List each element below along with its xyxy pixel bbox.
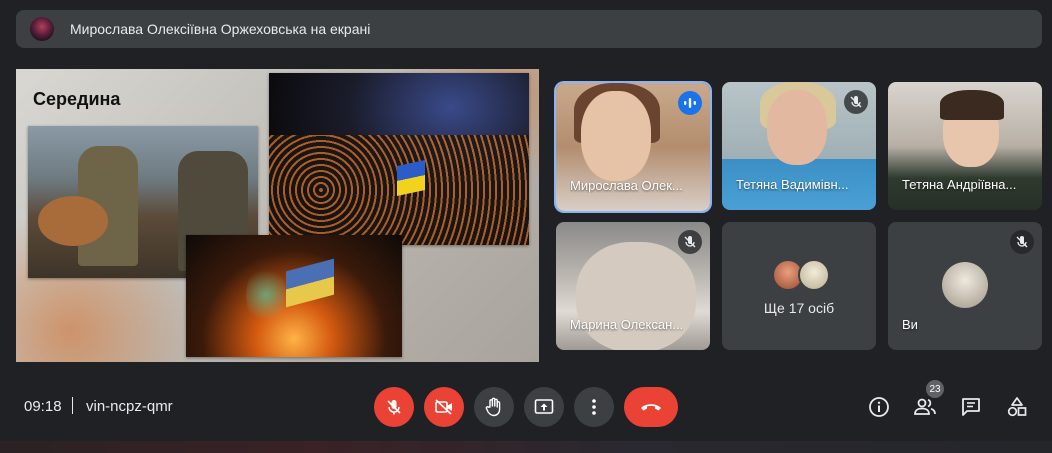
video-shape: [940, 90, 1004, 120]
avatar: [942, 262, 988, 308]
meeting-time: 09:18: [24, 398, 62, 415]
slide-photo-crowd: [269, 73, 529, 245]
slide-photo-fire: [186, 235, 402, 357]
raise-hand-button[interactable]: [474, 387, 514, 427]
chat-icon: [962, 398, 980, 416]
phone-hangup-icon: [641, 404, 661, 411]
activities-button[interactable]: [1002, 392, 1032, 422]
divider: [72, 397, 73, 414]
video-shape: [767, 90, 827, 165]
participant-tile[interactable]: Тетяна Андріївна...: [888, 82, 1042, 210]
avatar: [798, 259, 830, 291]
guitar-shape: [38, 196, 108, 246]
more-participants-tile[interactable]: Ще 17 осіб: [722, 222, 876, 350]
presenting-banner: Мирослава Олексіївна Оржеховська на екра…: [16, 10, 1042, 48]
people-icon: [914, 398, 936, 415]
more-participants-label: Ще 17 осіб: [763, 300, 835, 316]
mic-off-icon: [678, 230, 702, 254]
flag-shape: [286, 258, 334, 308]
presenting-banner-text: Мирослава Олексіївна Оржеховська на екра…: [70, 21, 371, 37]
presenter-avatar: [30, 17, 54, 41]
leave-call-button[interactable]: [624, 387, 678, 427]
presentation-screen[interactable]: Середина: [16, 69, 539, 362]
meeting-code: vin-ncpz-qmr: [86, 398, 173, 415]
participant-name: Мирослава Олек...: [570, 178, 683, 193]
participant-avatars: [772, 259, 830, 291]
participant-tile[interactable]: Мирослава Олек...: [556, 83, 710, 211]
more-options-button[interactable]: [574, 387, 614, 427]
participant-name: Тетяна Вадимівн...: [736, 177, 849, 192]
camera-off-icon: [435, 399, 452, 415]
shapes-icon: [1007, 397, 1027, 417]
meeting-details-button[interactable]: [864, 392, 894, 422]
smoke-shape: [246, 265, 286, 325]
people-count-badge: 23: [926, 380, 944, 398]
participant-name: Ви: [902, 317, 918, 332]
flag-shape: [397, 160, 425, 196]
microphone-toggle-button[interactable]: [374, 387, 414, 427]
mic-off-icon: [844, 90, 868, 114]
participant-name: Тетяна Андріївна...: [902, 177, 1017, 192]
participant-tile[interactable]: Марина Олексан...: [556, 222, 710, 350]
hand-icon: [485, 397, 501, 417]
camera-toggle-button[interactable]: [424, 387, 464, 427]
video-shape: [581, 91, 651, 181]
present-screen-button[interactable]: [524, 387, 564, 427]
chat-button[interactable]: [956, 392, 986, 422]
present-icon: [534, 399, 554, 414]
participant-name: Марина Олексан...: [570, 317, 684, 332]
participant-tile[interactable]: Тетяна Вадимівн...: [722, 82, 876, 210]
video-shape: [576, 242, 696, 350]
control-bar: 09:18 vin-ncpz-qmr 23: [0, 380, 1052, 434]
speaking-indicator-icon: [678, 91, 702, 115]
self-tile[interactable]: Ви: [888, 222, 1042, 350]
more-vert-icon: [592, 399, 596, 415]
info-icon: [869, 397, 889, 417]
mic-off-icon: [387, 400, 401, 415]
slide-title: Середина: [33, 89, 121, 109]
mic-off-icon: [1010, 230, 1034, 254]
window-bottom-strip: [0, 441, 1052, 453]
